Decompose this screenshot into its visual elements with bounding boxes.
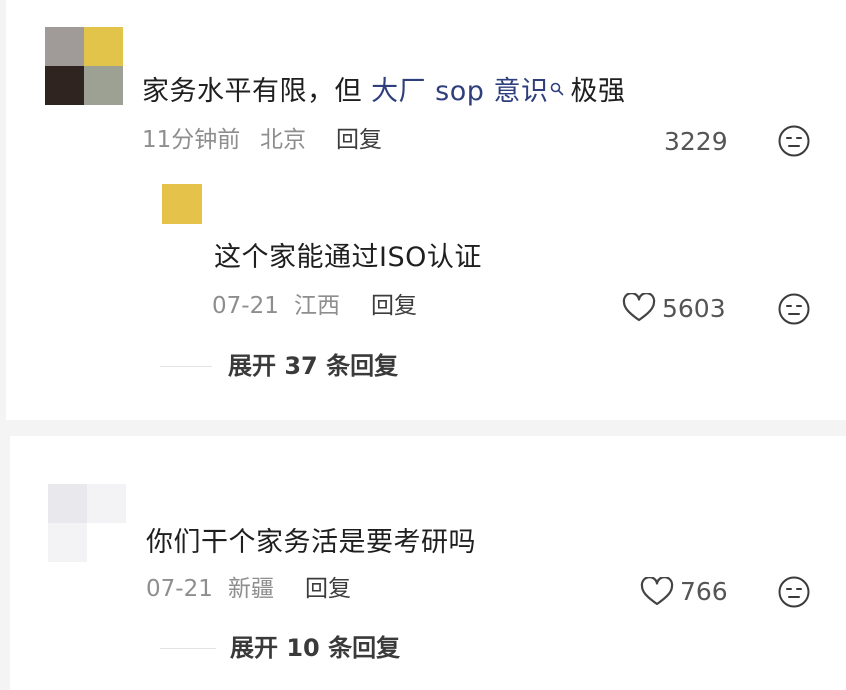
divider (160, 648, 216, 649)
like-count[interactable]: 3229 (664, 129, 728, 154)
reply-text: 这个家能通过ISO认证 (214, 242, 482, 273)
avatar-tile (84, 66, 123, 105)
comment-text: 家务水平有限，但 大厂 sop 意识 极强 (142, 78, 625, 105)
reply-button[interactable]: 回复 (305, 578, 351, 601)
emoji-icon[interactable] (777, 292, 811, 330)
heart-icon[interactable] (640, 576, 674, 611)
avatar-tile (48, 484, 87, 523)
reply-button[interactable]: 回复 (371, 295, 417, 318)
search-highlight-link[interactable]: 大厂 sop 意识 (371, 76, 548, 107)
emoji-icon[interactable] (777, 575, 811, 613)
expand-replies-button[interactable]: 展开 37 条回复 (228, 354, 398, 378)
avatar-tile (87, 523, 126, 562)
like-count[interactable]: 766 (680, 579, 728, 604)
reply-location: 江西 (294, 293, 340, 319)
avatar[interactable] (45, 27, 123, 105)
avatar-tile (87, 484, 126, 523)
reply-avatar[interactable] (162, 184, 202, 224)
comment-time: 11分钟前 (142, 127, 241, 153)
comment-thread-2 (10, 436, 846, 690)
avatar-tile (162, 184, 202, 224)
avatar-tile (84, 27, 123, 66)
expand-replies-button[interactable]: 展开 10 条回复 (230, 636, 400, 660)
comment-time: 07-21 (146, 576, 213, 602)
emoji-icon[interactable] (777, 124, 811, 162)
comment-thread-1 (6, 0, 846, 420)
comment-location: 北京 (260, 127, 306, 153)
search-icon[interactable] (550, 74, 564, 101)
heart-icon[interactable] (622, 292, 656, 327)
avatar-tile (45, 27, 84, 66)
comment-text-after: 极强 (570, 76, 626, 107)
divider (160, 366, 212, 367)
comment-text: 你们干个家务活是要考研吗 (146, 527, 476, 558)
comment-location: 新疆 (228, 576, 274, 602)
comment-text-before: 家务水平有限，但 (142, 76, 372, 107)
like-count[interactable]: 5603 (662, 296, 726, 321)
reply-time: 07-21 (212, 293, 279, 319)
avatar-tile (45, 66, 84, 105)
avatar[interactable] (48, 484, 126, 562)
reply-button[interactable]: 回复 (336, 129, 382, 152)
avatar-tile (48, 523, 87, 562)
